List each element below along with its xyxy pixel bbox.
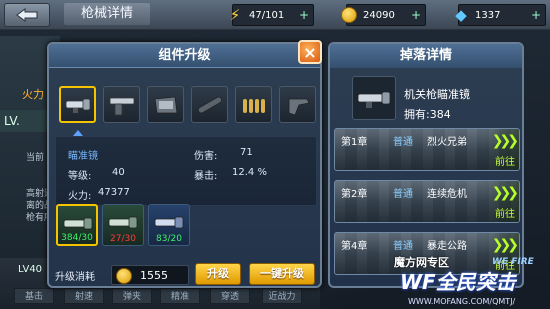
close-button[interactable]: × bbox=[298, 40, 322, 64]
chapter-mode: 普通 bbox=[393, 137, 413, 148]
cost-value: 1555 bbox=[140, 269, 168, 282]
page-title: 枪械详情 bbox=[64, 3, 150, 25]
scope-material-icon bbox=[154, 216, 184, 229]
energy-counter: ⚡ 47/101 + bbox=[230, 4, 314, 26]
part-stock[interactable] bbox=[147, 86, 184, 123]
one-click-upgrade-button[interactable]: 一键升级 bbox=[249, 263, 315, 285]
chapter-entry[interactable]: 第1章 普通 烈火兄弟 ❯❯❯ 前往 bbox=[334, 128, 520, 171]
cost-label: 升级消耗 bbox=[55, 272, 95, 283]
watermark-url: WWW.MOFANG.COM/QMTJ/ bbox=[408, 297, 516, 306]
ammo-icon bbox=[242, 98, 265, 113]
part-handle[interactable] bbox=[279, 86, 316, 123]
part-grip[interactable] bbox=[103, 86, 140, 123]
damage-label: 伤害: bbox=[194, 151, 218, 162]
coin-icon bbox=[339, 5, 359, 25]
stat-tab[interactable]: 穿透 bbox=[210, 288, 250, 304]
stat-tab[interactable]: 射速 bbox=[64, 288, 104, 304]
stat-tab[interactable]: 弹夹 bbox=[112, 288, 152, 304]
level-tag: LV. bbox=[4, 114, 20, 128]
chapter-title: 连续危机 bbox=[427, 189, 467, 200]
scope-icon bbox=[65, 98, 90, 113]
damage-value: 71 bbox=[240, 147, 253, 158]
chevron-right-icon: ❯❯❯ bbox=[491, 185, 519, 201]
chapter-number: 第2章 bbox=[341, 189, 368, 200]
material-count: 83/20 bbox=[156, 234, 182, 244]
back-button[interactable] bbox=[4, 3, 50, 27]
level-label: 等级: bbox=[68, 171, 92, 182]
material-count: 27/30 bbox=[110, 234, 136, 244]
close-icon: × bbox=[303, 42, 317, 62]
scope-icon bbox=[357, 91, 391, 108]
scope-material-icon bbox=[108, 216, 138, 229]
coin-counter: 24090 + bbox=[341, 4, 426, 26]
chapter-title: 烈火兄弟 bbox=[427, 137, 467, 148]
energy-value: 47/101 bbox=[249, 9, 285, 21]
add-gems-button[interactable]: + bbox=[529, 8, 543, 22]
material-slot[interactable]: 384/30 bbox=[56, 204, 98, 246]
side-text: 当前 bbox=[26, 153, 45, 163]
chevron-right-icon: ❯❯❯ bbox=[491, 133, 519, 149]
chapter-title: 暴走公路 bbox=[427, 241, 467, 252]
scope-material-icon bbox=[63, 217, 93, 230]
chevron-right-icon: ❯❯❯ bbox=[491, 237, 519, 253]
component-name: 瞄准镜 bbox=[68, 151, 98, 162]
upgrade-button[interactable]: 升级 bbox=[195, 263, 241, 285]
add-energy-button[interactable]: + bbox=[297, 8, 311, 22]
chapter-entry[interactable]: 第2章 普通 连续危机 ❯❯❯ 前往 bbox=[334, 180, 520, 223]
material-list: 384/30 27/30 83/20 bbox=[56, 204, 190, 246]
lightning-icon: ⚡ bbox=[229, 6, 241, 24]
go-button[interactable]: 前往 bbox=[495, 153, 515, 168]
panel-title: 掉落详情 bbox=[330, 44, 522, 68]
part-ammo[interactable] bbox=[235, 86, 272, 123]
material-slot[interactable]: 83/20 bbox=[148, 204, 190, 246]
gem-value: 1337 bbox=[475, 9, 501, 21]
stock-icon bbox=[154, 96, 177, 113]
part-scope[interactable] bbox=[59, 86, 96, 123]
item-slot bbox=[352, 76, 396, 120]
firepower-tag: 火力 bbox=[22, 88, 44, 101]
handle-icon bbox=[288, 98, 310, 115]
item-name: 机关枪瞄准镜 bbox=[404, 88, 470, 101]
chapter-number: 第1章 bbox=[341, 137, 368, 148]
weapon-level: LV40 bbox=[18, 264, 43, 275]
chapter-number: 第4章 bbox=[341, 241, 368, 252]
back-arrow-icon bbox=[16, 8, 38, 22]
add-coins-button[interactable]: + bbox=[409, 8, 423, 22]
grip-icon bbox=[109, 97, 134, 115]
component-upgrade-dialog: 组件升级 瞄准镜 等级: 40 伤害: 71 暴击: 12.4 % 火力: 47… bbox=[47, 42, 322, 288]
watermark-logo: WF全民突击 bbox=[400, 270, 516, 294]
level-value: 40 bbox=[112, 167, 125, 178]
coin-icon bbox=[116, 268, 132, 284]
item-owned-count: 拥有:384 bbox=[404, 108, 451, 121]
component-stats: 瞄准镜 等级: 40 伤害: 71 暴击: 12.4 % 火力: 47377 bbox=[55, 136, 317, 206]
material-slot[interactable]: 27/30 bbox=[102, 204, 144, 246]
cost-box: 1555 bbox=[111, 265, 189, 285]
part-barrel[interactable] bbox=[191, 86, 228, 123]
gem-counter: ◆ 1337 + bbox=[455, 4, 546, 26]
material-count: 384/30 bbox=[61, 233, 93, 243]
stat-tab[interactable]: 近战力 bbox=[262, 288, 302, 304]
parts-row bbox=[59, 86, 316, 128]
chapter-mode: 普通 bbox=[393, 189, 413, 200]
crit-label: 暴击: bbox=[194, 171, 218, 182]
barrel-icon bbox=[197, 96, 222, 113]
upgrade-cost-row: 升级消耗 1555 升级 一键升级 bbox=[55, 263, 325, 287]
gem-icon: ◆ bbox=[455, 6, 467, 24]
go-button[interactable]: 前往 bbox=[495, 205, 515, 220]
coin-value: 24090 bbox=[363, 9, 395, 21]
stat-tab[interactable]: 精准 bbox=[160, 288, 200, 304]
drop-details-panel: 掉落详情 机关枪瞄准镜 拥有:384 第1章 普通 烈火兄弟 ❯❯❯ 前往 第2… bbox=[328, 42, 524, 288]
stat-tab[interactable]: 基击 bbox=[14, 288, 54, 304]
chapter-mode: 普通 bbox=[393, 241, 413, 252]
top-bar: 枪械详情 ⚡ 47/101 + 24090 + ◆ 1337 + bbox=[0, 0, 550, 30]
firepower-value: 47377 bbox=[98, 187, 130, 198]
crit-value: 12.4 % bbox=[232, 167, 267, 178]
dialog-title: 组件升级 bbox=[49, 44, 320, 68]
firepower-label: 火力: bbox=[68, 191, 92, 202]
